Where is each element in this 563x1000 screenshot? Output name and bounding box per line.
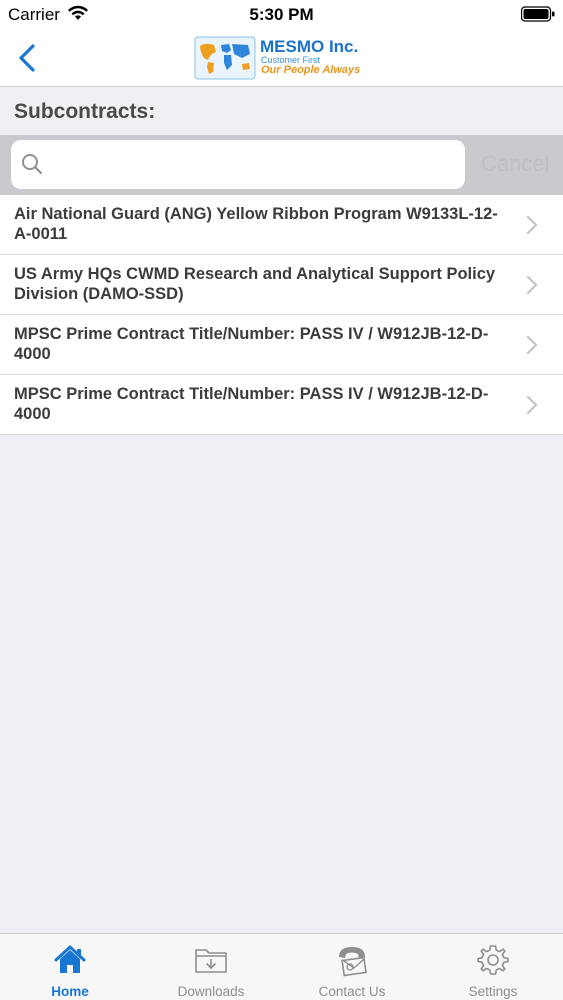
downloads-folder-icon: [194, 943, 228, 982]
list-item-label: US Army HQs CWMD Research and Analytical…: [14, 265, 496, 303]
home-icon: [53, 943, 87, 982]
chevron-right-icon: [526, 215, 538, 235]
section-header: Subcontracts:: [0, 88, 563, 135]
list-item-label: MPSC Prime Contract Title/Number: PASS I…: [14, 385, 489, 423]
chevron-left-icon: [19, 44, 35, 72]
navigation-bar: MESMO Inc. Customer First Our People Alw…: [0, 30, 563, 87]
screen: Carrier 5:30 PM MESMO Inc. Customer Firs…: [0, 0, 563, 1000]
tab-label: Downloads: [177, 984, 245, 999]
status-bar: Carrier 5:30 PM: [0, 0, 563, 30]
subcontracts-list: Air National Guard (ANG) Yellow Ribbon P…: [0, 195, 563, 435]
search-bar: Cancel: [0, 135, 563, 195]
list-item-label: Air National Guard (ANG) Yellow Ribbon P…: [14, 205, 498, 243]
tab-settings[interactable]: Settings: [423, 934, 563, 1000]
cancel-button[interactable]: Cancel: [481, 151, 549, 177]
status-time: 5:30 PM: [249, 5, 314, 24]
list-item[interactable]: US Army HQs CWMD Research and Analytical…: [0, 255, 563, 315]
tab-bar: Home Downloads Contact Us Settings: [0, 933, 563, 1000]
list-item[interactable]: MPSC Prime Contract Title/Number: PASS I…: [0, 315, 563, 375]
gear-icon: [476, 943, 510, 982]
contact-phone-icon: [335, 943, 369, 982]
chevron-right-icon: [526, 275, 538, 295]
logo-tagline-secondary: Our People Always: [261, 64, 361, 76]
list-item[interactable]: Air National Guard (ANG) Yellow Ribbon P…: [0, 195, 563, 255]
logo-title: MESMO Inc.: [260, 37, 359, 56]
search-icon: [21, 153, 43, 180]
search-input[interactable]: [55, 140, 455, 189]
tab-label: Home: [51, 984, 89, 999]
tab-contact-us[interactable]: Contact Us: [282, 934, 422, 1000]
tab-label: Settings: [468, 984, 518, 999]
section-title: Subcontracts:: [14, 100, 156, 123]
tab-label: Contact Us: [318, 984, 386, 999]
back-button[interactable]: [12, 40, 48, 76]
tab-downloads[interactable]: Downloads: [141, 934, 281, 1000]
battery-icon: [520, 6, 555, 27]
world-map-icon: [194, 36, 256, 80]
list-item[interactable]: MPSC Prime Contract Title/Number: PASS I…: [0, 375, 563, 435]
search-field[interactable]: [11, 140, 465, 189]
chevron-right-icon: [526, 335, 538, 355]
list-item-label: MPSC Prime Contract Title/Number: PASS I…: [14, 325, 489, 363]
chevron-right-icon: [526, 395, 538, 415]
mesmo-logo: MESMO Inc. Customer First Our People Alw…: [194, 36, 374, 80]
tab-home[interactable]: Home: [0, 934, 140, 1000]
